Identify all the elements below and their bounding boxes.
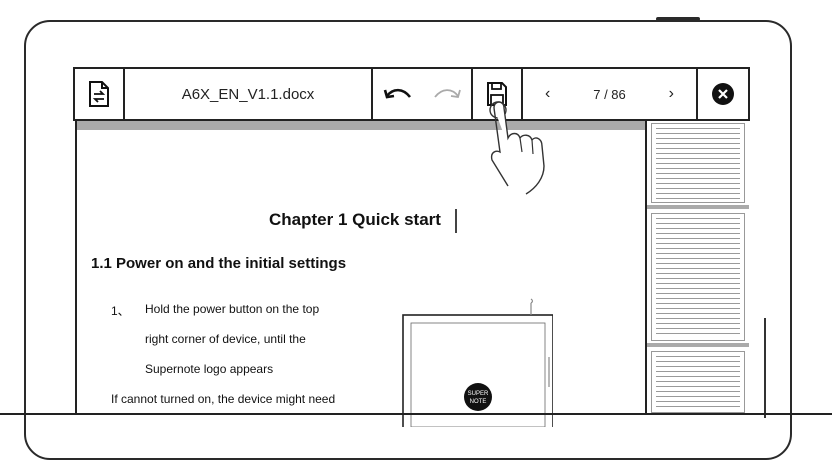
step-text-line: Hold the power button on the top [145, 302, 320, 316]
section-title: 1.1 Power on and the initial settings [91, 255, 347, 272]
document-page[interactable]: Chapter 1 Quick start 1.1 Power on and t… [75, 121, 645, 427]
device-side-edge [764, 318, 766, 418]
device-top-button [656, 17, 700, 21]
close-button[interactable] [698, 69, 748, 119]
document-convert-button[interactable] [75, 69, 125, 119]
file-name: A6X_EN_V1.1.docx [125, 69, 373, 119]
toolbar: A6X_EN_V1.1.docx ‹ 7 / 86 › [73, 67, 750, 121]
thumbnail-separator [647, 343, 749, 347]
text-cursor [455, 209, 457, 233]
undo-redo-group [373, 69, 473, 119]
tap-hand-icon [489, 101, 545, 195]
undo-icon[interactable] [383, 86, 413, 102]
screen-bottom-edge [0, 413, 832, 415]
page-indicator: 7 / 86 [593, 86, 626, 102]
thumbnail-page[interactable] [651, 123, 745, 203]
step-text-line: right corner of device, until the [145, 332, 306, 346]
thumbnail-page[interactable] [651, 351, 745, 413]
chapter-title: Chapter 1 Quick start [269, 210, 441, 229]
svg-text:SUPER: SUPER [468, 391, 489, 397]
device-illustration: SUPER NOTE [402, 298, 553, 427]
page-top-bar [77, 121, 645, 130]
step-text-line: Supernote logo appears [145, 362, 274, 376]
chevron-right-icon[interactable]: › [669, 85, 674, 103]
close-icon [712, 83, 734, 105]
svg-text:NOTE: NOTE [470, 399, 487, 405]
thumbnail-separator [647, 205, 749, 209]
note-text-line: If cannot turned on, the device might ne… [111, 392, 336, 406]
thumbnail-page[interactable] [651, 213, 745, 341]
redo-icon[interactable] [432, 86, 462, 102]
page-thumbnails [645, 121, 749, 413]
document-convert-icon [89, 81, 109, 107]
step-number: 1、 [111, 304, 130, 318]
